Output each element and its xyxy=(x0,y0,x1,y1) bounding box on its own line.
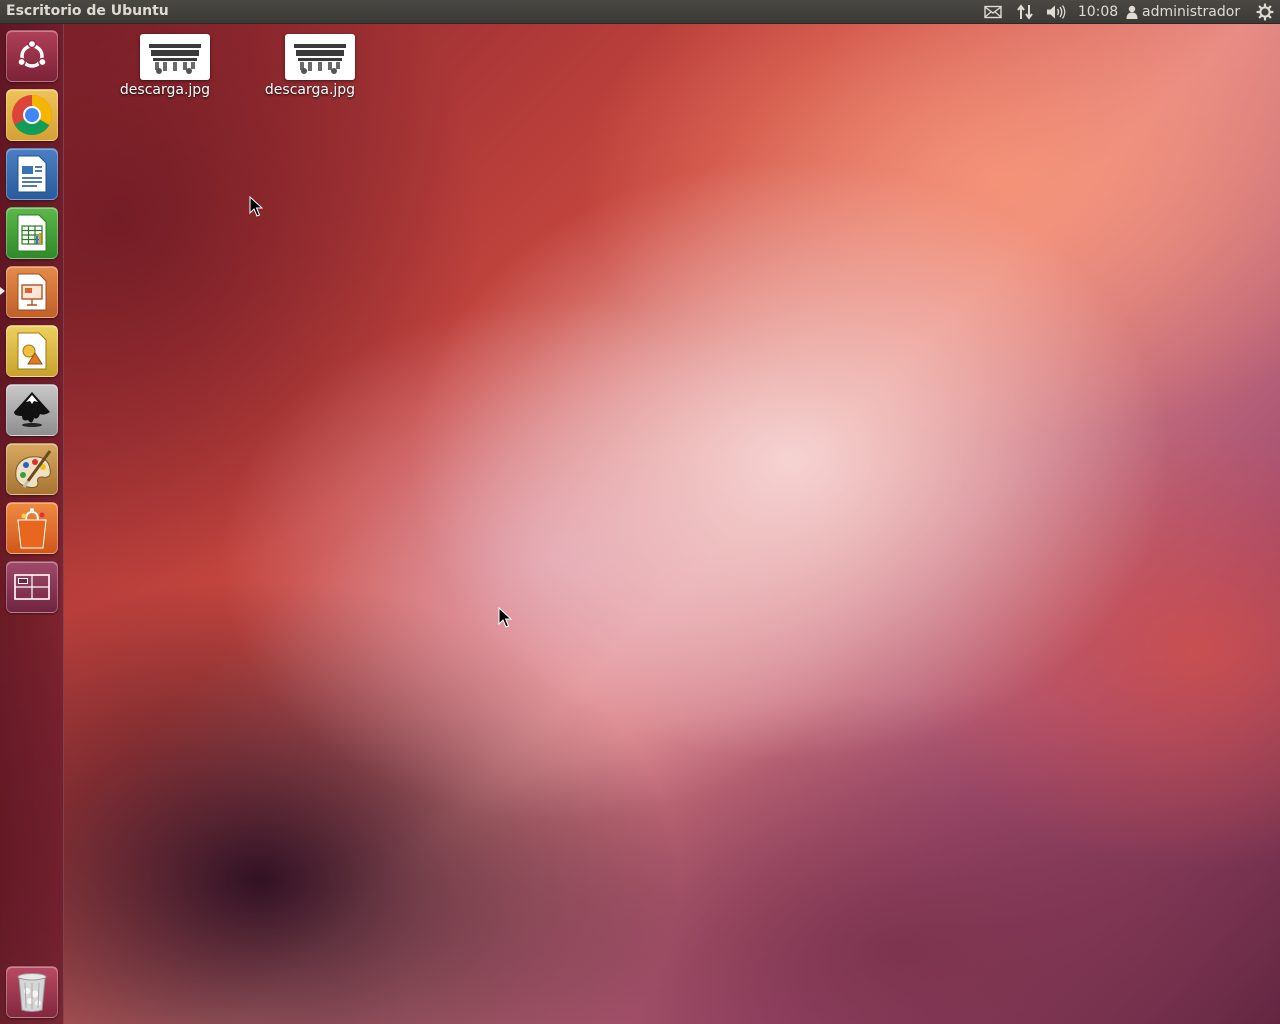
network-icon xyxy=(1017,4,1033,20)
image-thumbnail-icon xyxy=(140,34,210,80)
launcher-inkscape[interactable] xyxy=(6,384,58,436)
launcher-workspace-switcher[interactable] xyxy=(6,561,58,613)
inkscape-icon xyxy=(14,392,50,427)
launcher-trash[interactable] xyxy=(6,966,58,1018)
user-icon xyxy=(1126,5,1138,19)
desktop-file-icon[interactable]: descarga.jpg xyxy=(255,34,365,104)
mail-indicator[interactable] xyxy=(982,0,1004,24)
image-thumbnail-icon xyxy=(285,34,355,80)
launcher-libreoffice-impress[interactable] xyxy=(6,266,58,318)
launcher xyxy=(0,24,64,1024)
desktop-background[interactable]: Escritorio de Ubuntu 10:08 administrador… xyxy=(0,0,1280,1024)
shopping-bag-icon xyxy=(17,508,47,549)
launcher-dash-home[interactable] xyxy=(6,30,58,82)
mouse-pointer-icon xyxy=(249,196,263,217)
launcher-libreoffice-calc[interactable] xyxy=(6,207,58,259)
launcher-google-chrome[interactable] xyxy=(6,89,58,141)
user-indicator[interactable]: administrador xyxy=(1126,0,1246,24)
mail-icon xyxy=(984,5,1002,19)
chrome-icon xyxy=(12,95,52,135)
launcher-libreoffice-draw[interactable] xyxy=(6,325,58,377)
launcher-mypaint[interactable] xyxy=(6,443,58,495)
draw-icon xyxy=(17,332,47,370)
running-app-indicator xyxy=(0,287,5,295)
launcher-libreoffice-writer[interactable] xyxy=(6,148,58,200)
trash-icon xyxy=(17,973,47,1012)
calc-icon xyxy=(17,214,47,252)
desktop-file-icon[interactable]: descarga.jpg xyxy=(110,34,220,104)
impress-icon xyxy=(17,273,47,311)
session-indicator[interactable] xyxy=(1254,0,1276,24)
workspaces-icon xyxy=(14,574,50,600)
desktop-file-label: descarga.jpg xyxy=(119,82,211,98)
paint-palette-icon xyxy=(15,450,52,488)
sound-icon xyxy=(1047,5,1066,19)
launcher-ubuntu-software-center[interactable] xyxy=(6,502,58,554)
clock[interactable]: 10:08 xyxy=(1078,0,1118,24)
mouse-pointer-icon xyxy=(498,607,512,628)
username-label: administrador xyxy=(1142,4,1241,20)
sound-indicator[interactable] xyxy=(1045,0,1067,24)
writer-icon xyxy=(17,155,47,193)
top-panel: Escritorio de Ubuntu 10:08 administrador xyxy=(0,0,1280,24)
window-title: Escritorio de Ubuntu xyxy=(6,3,169,19)
session-gear-icon xyxy=(1256,3,1274,21)
network-indicator[interactable] xyxy=(1014,0,1036,24)
ubuntu-logo-icon xyxy=(17,39,47,68)
desktop-file-label: descarga.jpg xyxy=(264,82,356,98)
